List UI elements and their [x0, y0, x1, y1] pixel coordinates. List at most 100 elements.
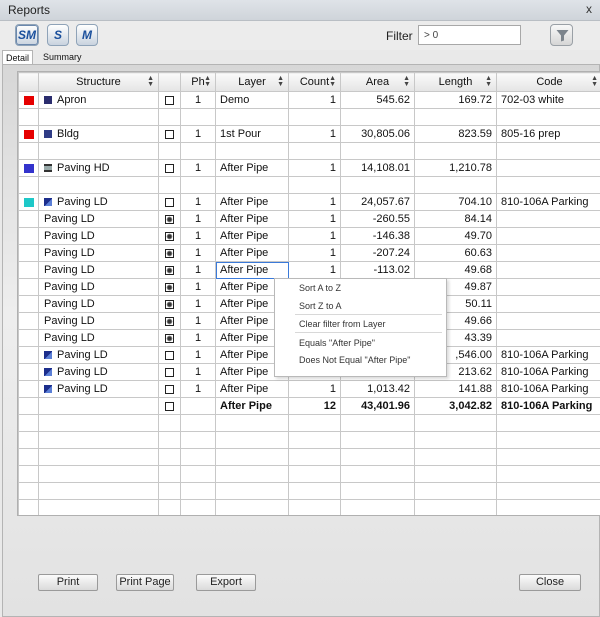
cell-layer: Demo: [215, 91, 289, 109]
paving-ld-icon: [44, 385, 52, 394]
close-icon[interactable]: x: [586, 2, 592, 16]
empty-cell: [158, 482, 181, 500]
col-header-structure[interactable]: Structure ▲ ▼: [38, 72, 159, 92]
filter-input[interactable]: [418, 25, 521, 45]
tab-detail[interactable]: Detail: [2, 50, 34, 65]
cell-length: [414, 142, 497, 160]
cell-ph: 1: [180, 363, 216, 381]
col-header-layer[interactable]: Layer ▲ ▼: [215, 72, 289, 92]
cell-layer[interactable]: After Pipe: [215, 261, 289, 279]
row-checkbox[interactable]: [165, 214, 174, 224]
cell-area: [340, 108, 415, 126]
row-checkbox[interactable]: [165, 367, 174, 377]
table-row[interactable]: Paving LD 1 After Pipe 1 1,013.42 141.88 810-1…: [18, 380, 600, 398]
menu-item-sort-a-z[interactable]: Sort A to Z: [299, 283, 341, 293]
menu-separator: [295, 314, 442, 315]
bldg-icon: [44, 130, 52, 139]
cell-count: 1: [288, 380, 341, 398]
color-swatch: [23, 95, 34, 105]
menu-item-clear-filter[interactable]: Clear filter from Layer: [299, 319, 386, 329]
print-button[interactable]: Print: [38, 574, 98, 591]
cell-code: [496, 108, 600, 126]
cell-structure: Paving LD: [38, 244, 159, 262]
row-checkbox[interactable]: [165, 316, 174, 326]
structure-label: Paving LD: [57, 349, 108, 361]
structure-label: Paving LD: [44, 213, 95, 225]
style-manager-button[interactable]: SM: [15, 24, 39, 46]
cell-length: 169.72: [414, 91, 497, 109]
cell-check: [158, 278, 181, 296]
menu-item-equals[interactable]: Equals "After Pipe": [299, 338, 375, 348]
row-checkbox[interactable]: [165, 197, 174, 207]
filter-button[interactable]: [550, 24, 573, 46]
model-button[interactable]: M: [76, 24, 98, 46]
empty-cell: [180, 465, 216, 483]
table-row[interactable]: Paving HD 1 After Pipe 1 14,108.01 1,210.78: [18, 159, 600, 177]
row-checkbox[interactable]: [165, 401, 174, 411]
table-row[interactable]: Apron 1 Demo 1 545.62 169.72 702-03 white: [18, 91, 600, 109]
cell-layer: After Pipe: [215, 159, 289, 177]
cell-count: [288, 176, 341, 194]
menu-item-not-equals[interactable]: Does Not Equal "After Pipe": [299, 355, 410, 365]
table-row[interactable]: Bldg 1 1st Pour 1 30,805.06 823.59 805-16 prep: [18, 125, 600, 143]
cell-area: 24,057.67: [340, 193, 415, 211]
cell-ph: [180, 142, 216, 160]
empty-cell: [414, 465, 497, 483]
cell-count: 1: [288, 227, 341, 245]
row-checkbox[interactable]: [165, 384, 174, 394]
col-header-area[interactable]: Area ▲ ▼: [340, 72, 415, 92]
table-row[interactable]: Paving LD 1 After Pipe 1 -207.24 60.63: [18, 244, 600, 262]
print-page-button[interactable]: Print Page: [116, 574, 174, 591]
table-row[interactable]: Paving LD 1 After Pipe 1 -113.02 49.68: [18, 261, 600, 279]
row-checkbox[interactable]: [165, 282, 174, 292]
table-row-blank: [18, 108, 600, 126]
table-total-row[interactable]: After Pipe 12 43,401.96 3,042.82 810-106A Pa…: [18, 397, 600, 415]
tab-summary[interactable]: Summary: [40, 50, 85, 65]
cell-structure: Paving LD: [38, 380, 159, 398]
close-button[interactable]: Close: [519, 574, 581, 591]
row-checkbox[interactable]: [165, 163, 174, 173]
cell-ph: 1: [180, 346, 216, 364]
empty-cell: [288, 482, 341, 500]
empty-cell: [158, 431, 181, 449]
structure-label: Paving HD: [57, 162, 110, 174]
row-checkbox[interactable]: [165, 95, 174, 105]
paving-ld-icon: [44, 198, 52, 207]
col-header-ph[interactable]: Ph ▲ ▼: [180, 72, 216, 92]
table-row[interactable]: Paving LD 1 After Pipe 1 24,057.67 704.10 810-…: [18, 193, 600, 211]
table-row[interactable]: Paving LD 1 After Pipe 1 -260.55 84.14: [18, 210, 600, 228]
row-checkbox[interactable]: [165, 333, 174, 343]
cell-count: 1: [288, 91, 341, 109]
export-button[interactable]: Export: [196, 574, 256, 591]
cell-structure: Paving LD: [38, 227, 159, 245]
row-checkbox[interactable]: [165, 299, 174, 309]
cell-layer: After Pipe: [215, 244, 289, 262]
col-header-code[interactable]: Code ▲ ▼: [496, 72, 600, 92]
row-selector: [18, 397, 39, 415]
table-row[interactable]: Paving LD 1 After Pipe 1 -146.38 49.70: [18, 227, 600, 245]
row-selector: [18, 227, 39, 245]
row-checkbox[interactable]: [165, 350, 174, 360]
structure-label: Paving LD: [44, 332, 95, 344]
cell-area: [340, 176, 415, 194]
cell-length: 3,042.82: [414, 397, 497, 415]
row-selector: [18, 176, 39, 194]
cell-check: [158, 380, 181, 398]
row-selector: [18, 108, 39, 126]
col-header-length[interactable]: Length ▲ ▼: [414, 72, 497, 92]
row-checkbox[interactable]: [165, 129, 174, 139]
cell-check: [158, 142, 181, 160]
cell-check: [158, 125, 181, 143]
cell-ph: 1: [180, 329, 216, 347]
menu-separator: [295, 332, 442, 333]
row-checkbox[interactable]: [165, 248, 174, 258]
paving-ld-icon: [44, 368, 52, 377]
menu-item-sort-z-a[interactable]: Sort Z to A: [299, 301, 342, 311]
row-checkbox[interactable]: [165, 231, 174, 241]
row-checkbox[interactable]: [165, 265, 174, 275]
col-header-count[interactable]: Count ▲ ▼: [288, 72, 341, 92]
empty-cell: [414, 482, 497, 500]
style-button[interactable]: S: [47, 24, 69, 46]
empty-cell: [158, 414, 181, 432]
empty-cell: [414, 448, 497, 466]
